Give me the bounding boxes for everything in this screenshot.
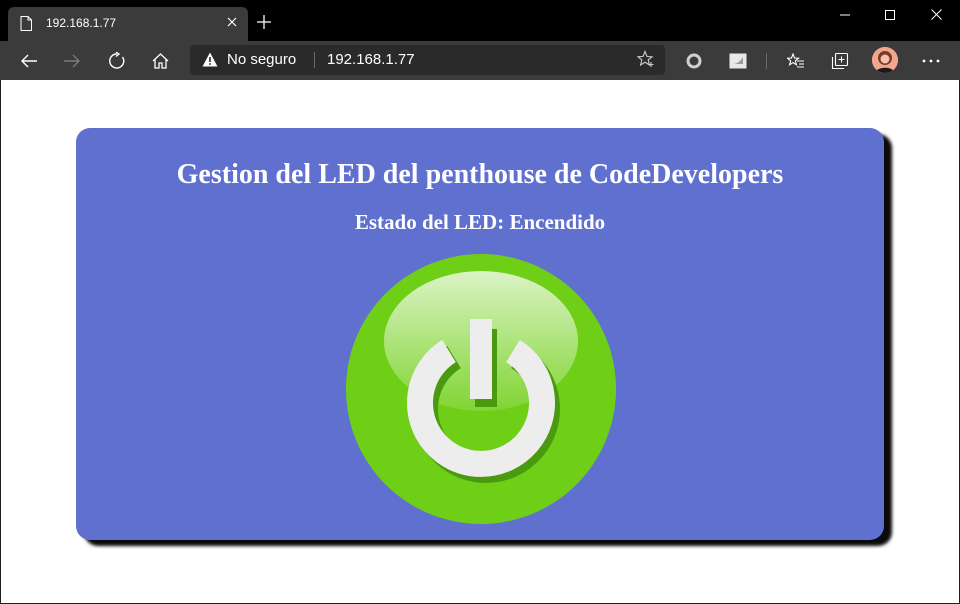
plus-icon[interactable] [254,13,274,33]
collections-icon[interactable] [824,45,856,77]
close-icon[interactable] [224,15,240,31]
browser-toolbar: No seguro 192.168.1.77 [0,41,960,80]
back-icon[interactable] [13,45,45,77]
maximize-icon[interactable] [867,0,913,32]
web-page: Gestion del LED del penthouse de CodeDev… [1,80,959,603]
title-bar: 192.168.1.77 [0,0,960,41]
window-close-icon[interactable] [913,0,959,32]
profile-avatar[interactable] [872,47,898,73]
toolbar-divider [766,53,767,69]
refresh-icon[interactable] [101,45,133,77]
more-icon[interactable] [915,45,947,77]
warning-icon[interactable] [202,52,218,67]
security-label[interactable]: No seguro [227,51,296,68]
browser-tab[interactable]: 192.168.1.77 [8,7,248,41]
url-text[interactable]: 192.168.1.77 [327,51,415,68]
address-bar[interactable]: No seguro 192.168.1.77 [190,45,665,75]
home-icon[interactable] [144,45,176,77]
forward-icon[interactable] [56,45,88,77]
extension-app-icon[interactable] [722,45,754,77]
power-icon[interactable] [345,253,617,525]
tab-title: 192.168.1.77 [46,16,117,30]
address-divider [314,52,315,68]
led-status: Estado del LED: Encendido [354,210,606,234]
led-control-card: Gestion del LED del penthouse de CodeDev… [76,128,884,540]
favorites-icon[interactable] [780,45,812,77]
page-icon [20,16,32,31]
extension-circle-icon[interactable] [678,45,710,77]
favorite-star-icon[interactable] [636,50,655,73]
page-title: Gestion del LED del penthouse de CodeDev… [176,159,784,190]
minimize-icon[interactable] [822,0,868,32]
